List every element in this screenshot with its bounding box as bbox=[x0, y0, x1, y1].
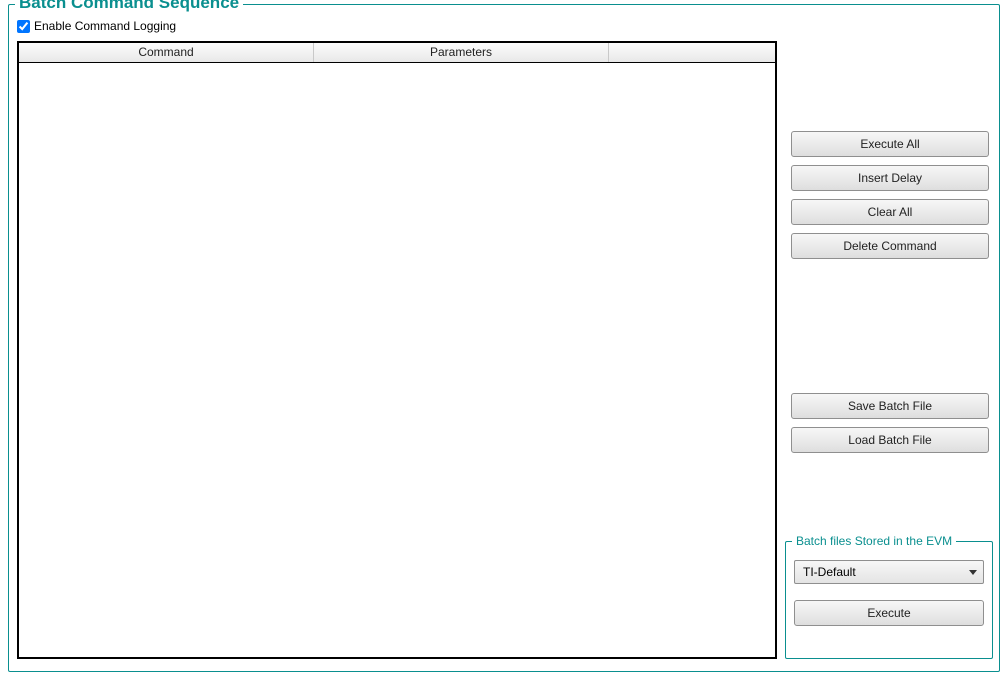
right-button-panel: Execute All Insert Delay Clear All Delet… bbox=[787, 41, 993, 461]
enable-logging-checkbox[interactable] bbox=[17, 20, 30, 33]
command-table-header: Command Parameters bbox=[19, 43, 775, 63]
evm-batch-selected: TI-Default bbox=[803, 565, 856, 579]
command-table[interactable]: Command Parameters bbox=[17, 41, 777, 659]
col-command[interactable]: Command bbox=[19, 43, 314, 62]
evm-execute-button[interactable]: Execute bbox=[794, 600, 984, 626]
save-batch-file-button[interactable]: Save Batch File bbox=[791, 393, 989, 419]
clear-all-button[interactable]: Clear All bbox=[791, 199, 989, 225]
execute-all-button[interactable]: Execute All bbox=[791, 131, 989, 157]
enable-logging-label: Enable Command Logging bbox=[34, 19, 176, 33]
col-spacer bbox=[609, 43, 775, 62]
chevron-down-icon bbox=[969, 570, 977, 575]
group-title: Batch Command Sequence bbox=[15, 0, 243, 13]
enable-logging-row: Enable Command Logging bbox=[17, 19, 176, 33]
batch-command-sequence-group: Batch Command Sequence Enable Command Lo… bbox=[8, 4, 1000, 672]
col-parameters[interactable]: Parameters bbox=[314, 43, 609, 62]
delete-command-button[interactable]: Delete Command bbox=[791, 233, 989, 259]
evm-group-title: Batch files Stored in the EVM bbox=[792, 534, 956, 548]
evm-batch-select[interactable]: TI-Default bbox=[794, 560, 984, 584]
load-batch-file-button[interactable]: Load Batch File bbox=[791, 427, 989, 453]
insert-delay-button[interactable]: Insert Delay bbox=[791, 165, 989, 191]
evm-batch-group: Batch files Stored in the EVM TI-Default… bbox=[785, 541, 993, 659]
